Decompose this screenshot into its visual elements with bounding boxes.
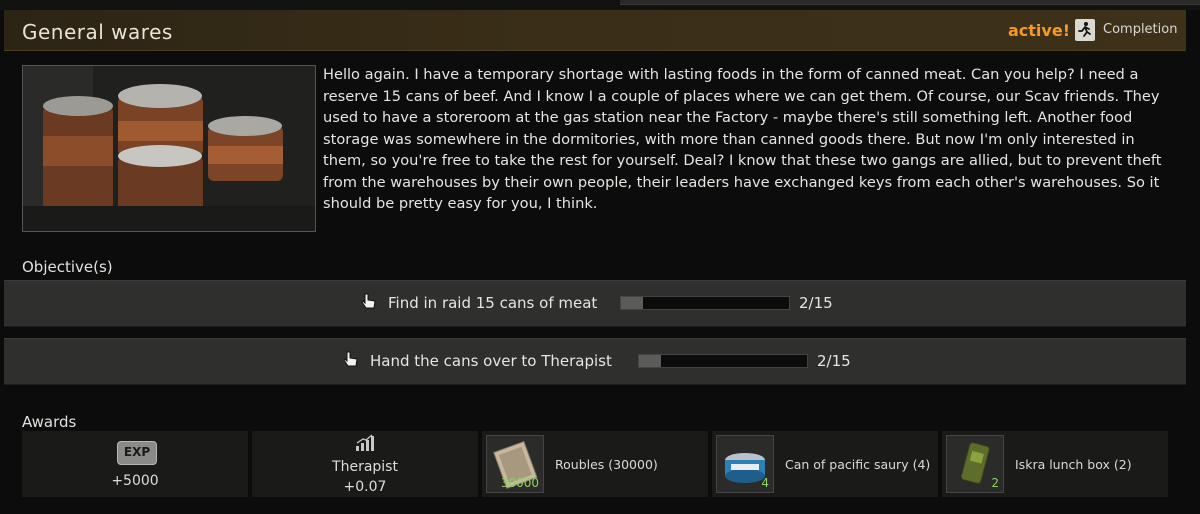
item-quantity: 4 bbox=[761, 476, 769, 490]
quest-header: General wares active! Completion bbox=[4, 10, 1186, 51]
quest-image-canned-meat bbox=[22, 65, 316, 232]
objective-progress-fill bbox=[639, 355, 662, 367]
award-trader-standing: Therapist +0.07 bbox=[252, 431, 478, 497]
award-item[interactable]: 4 Can of pacific saury (4) bbox=[712, 431, 938, 497]
item-name: Iskra lunch box (2) bbox=[1015, 457, 1132, 472]
objective-progress-fill bbox=[621, 297, 644, 309]
roubles-icon: 30000 bbox=[486, 435, 544, 493]
award-exp: EXP +5000 bbox=[22, 431, 248, 497]
pointing-hand-icon bbox=[360, 292, 378, 312]
item-name: Roubles (30000) bbox=[555, 457, 658, 472]
completion-label: Completion bbox=[1103, 22, 1178, 37]
pointing-hand-icon bbox=[342, 350, 360, 370]
award-item[interactable]: 2 Iskra lunch box (2) bbox=[942, 431, 1168, 497]
lunch-box-icon: 2 bbox=[946, 435, 1004, 493]
award-item[interactable]: 30000 Roubles (30000) bbox=[482, 431, 708, 497]
top-border bbox=[0, 0, 1200, 10]
item-name: Can of pacific saury (4) bbox=[785, 457, 931, 472]
objective-row[interactable]: Find in raid 15 cans of meat 2/15 bbox=[4, 280, 1186, 327]
standing-bars-icon bbox=[355, 434, 375, 456]
objective-text: Hand the cans over to Therapist bbox=[370, 352, 612, 370]
exp-badge-text: EXP bbox=[123, 445, 151, 459]
exp-value: +5000 bbox=[111, 473, 159, 489]
objective-progress-bar bbox=[638, 354, 808, 368]
item-quantity: 30000 bbox=[500, 476, 539, 490]
item-quantity: 2 bbox=[991, 476, 999, 490]
quest-title: General wares bbox=[22, 20, 173, 44]
trader-name: Therapist bbox=[332, 459, 398, 475]
quest-description: Hello again. I have a temporary shortage… bbox=[323, 66, 1162, 212]
trader-standing-value: +0.07 bbox=[343, 479, 387, 495]
can-icon: 4 bbox=[716, 435, 774, 493]
completion-runner-icon bbox=[1075, 19, 1095, 41]
objective-text: Find in raid 15 cans of meat bbox=[388, 294, 598, 312]
awards-label: Awards bbox=[22, 413, 77, 431]
objective-progress-count: 2/15 bbox=[799, 294, 833, 312]
top-tab-strip bbox=[620, 0, 1200, 5]
objectives-label: Objective(s) bbox=[22, 258, 113, 276]
objective-progress-count: 2/15 bbox=[817, 352, 851, 370]
objective-progress-bar bbox=[620, 296, 790, 310]
quest-status: active! bbox=[1008, 21, 1070, 40]
exp-badge-icon: EXP bbox=[117, 441, 157, 465]
objective-row[interactable]: Hand the cans over to Therapist 2/15 bbox=[4, 338, 1186, 385]
